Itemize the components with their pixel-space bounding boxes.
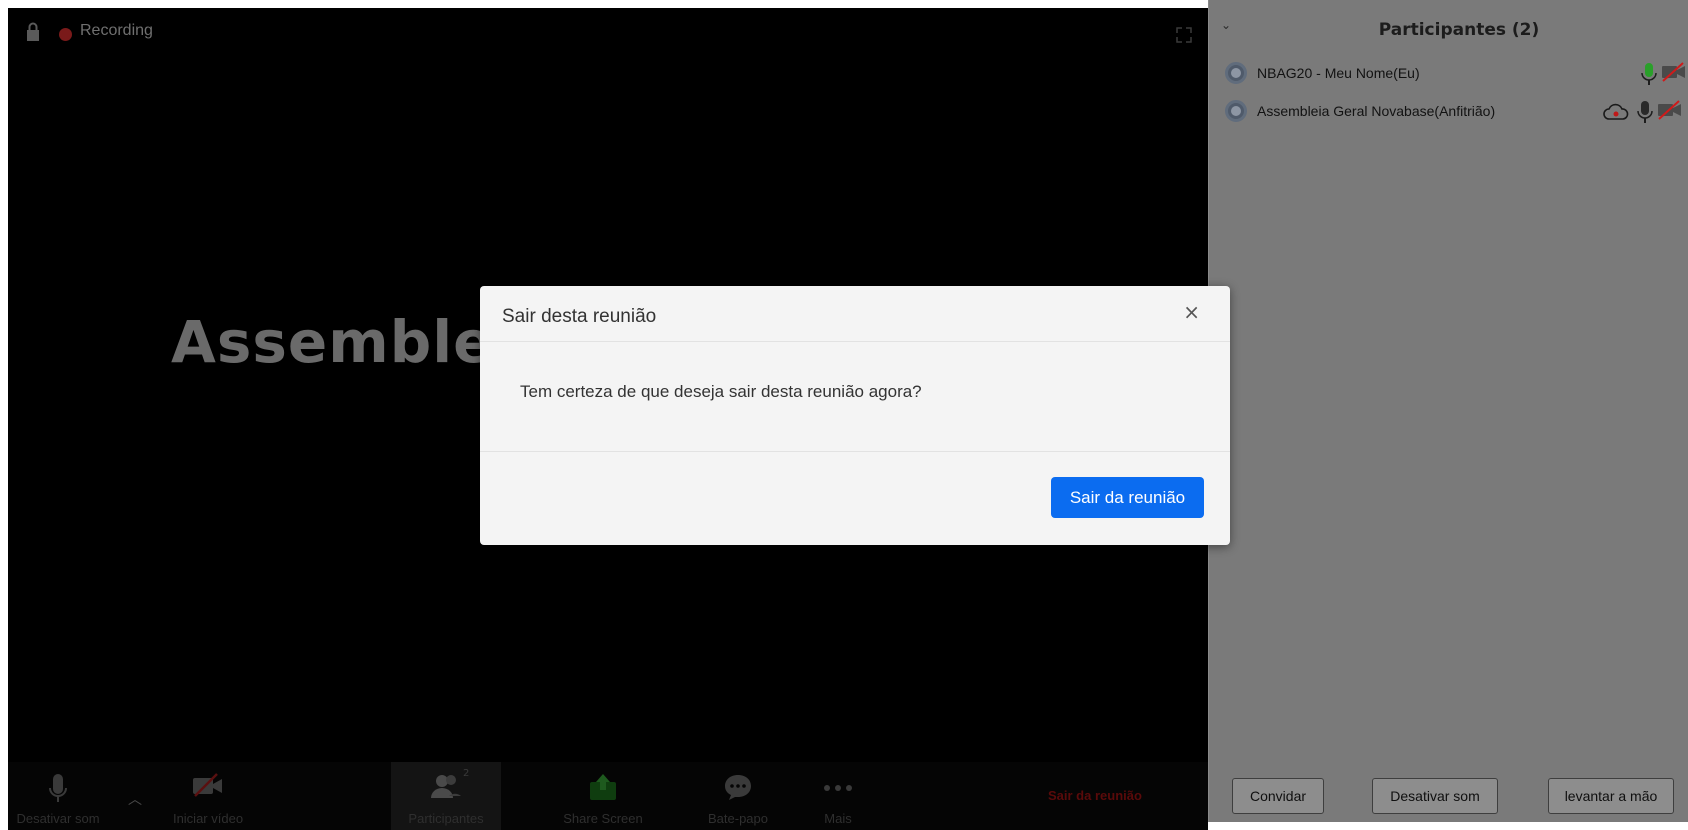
chat-icon <box>725 775 751 800</box>
share-screen-label: Share Screen <box>563 811 643 826</box>
more-label: Mais <box>824 811 852 826</box>
start-video-button[interactable]: Iniciar vídeo <box>158 762 258 830</box>
more-button[interactable]: Mais <box>793 762 883 830</box>
share-screen-icon <box>590 774 616 800</box>
cloud-recording-icon <box>1603 103 1629 120</box>
panel-footer: Convidar Desativar som levantar a mão <box>1209 770 1688 822</box>
more-dots-icon <box>824 785 852 791</box>
mute-button[interactable]: Desativar som <box>8 762 108 830</box>
meeting-top-bar: Recording <box>8 8 1208 58</box>
chat-label: Bate-papo <box>708 811 768 826</box>
participants-count-badge: 2 <box>463 768 470 779</box>
recording-dot-icon <box>59 28 72 41</box>
video-off-icon[interactable] <box>1661 61 1687 83</box>
participants-icon <box>431 775 461 798</box>
meeting-toolbar: Desativar som ︿ Iniciar vídeo 2 Particip… <box>8 762 1208 830</box>
dialog-header: Sair desta reunião × <box>480 286 1230 342</box>
recording-label: Recording <box>80 22 153 39</box>
confirm-leave-button[interactable]: Sair da reunião <box>1051 477 1204 518</box>
participant-status <box>1599 99 1688 125</box>
zoom-web-client: Recording Assembleia Desativar som ︿ Ini… <box>0 0 1688 830</box>
invite-button[interactable]: Convidar <box>1232 778 1324 814</box>
microphone-icon[interactable] <box>1641 61 1657 87</box>
lock-icon[interactable] <box>26 22 40 42</box>
participant-row[interactable]: NBAG20 - Meu Nome(Eu) <box>1209 55 1688 93</box>
mute-all-button[interactable]: Desativar som <box>1372 778 1498 814</box>
microphone-icon <box>49 774 67 802</box>
participant-row[interactable]: Assembleia Geral Novabase(Anfitrião) <box>1209 93 1688 131</box>
dialog-message: Tem certeza de que deseja sair desta reu… <box>520 382 922 401</box>
video-off-icon <box>193 773 222 797</box>
leave-meeting-button[interactable]: Sair da reunião <box>1048 788 1142 803</box>
leave-meeting-dialog: Sair desta reunião × Tem certeza de que … <box>480 286 1230 545</box>
share-screen-button[interactable]: Share Screen <box>553 762 653 830</box>
close-icon[interactable]: × <box>1183 300 1200 324</box>
participants-button[interactable]: 2 Participantes <box>391 762 501 830</box>
raise-hand-button[interactable]: levantar a mão <box>1548 778 1674 814</box>
microphone-icon[interactable] <box>1637 99 1653 125</box>
dialog-title: Sair desta reunião <box>502 306 657 327</box>
fullscreen-icon[interactable] <box>1176 27 1192 43</box>
participant-status <box>1629 61 1688 87</box>
dialog-body: Tem certeza de que deseja sair desta reu… <box>480 342 1230 452</box>
start-video-label: Iniciar vídeo <box>172 811 244 826</box>
panel-title: Participantes (2) <box>1378 20 1540 40</box>
participants-label: Participantes <box>408 811 484 826</box>
mute-label: Desativar som <box>16 811 100 826</box>
video-off-icon[interactable] <box>1657 99 1683 121</box>
participants-panel: ⌄ Participantes (2) NBAG20 - Meu Nome(Eu… <box>1208 0 1688 822</box>
audio-options-chevron-up-icon[interactable]: ︿ <box>128 789 142 809</box>
avatar <box>1225 62 1247 84</box>
participant-name: Assembleia Geral Novabase(Anfitrião) <box>1257 103 1496 119</box>
participant-name: NBAG20 - Meu Nome(Eu) <box>1257 65 1420 81</box>
panel-header: ⌄ Participantes (2) <box>1209 8 1688 48</box>
dialog-footer: Sair da reunião <box>480 453 1230 545</box>
avatar <box>1225 100 1247 122</box>
chat-button[interactable]: Bate-papo <box>688 762 788 830</box>
